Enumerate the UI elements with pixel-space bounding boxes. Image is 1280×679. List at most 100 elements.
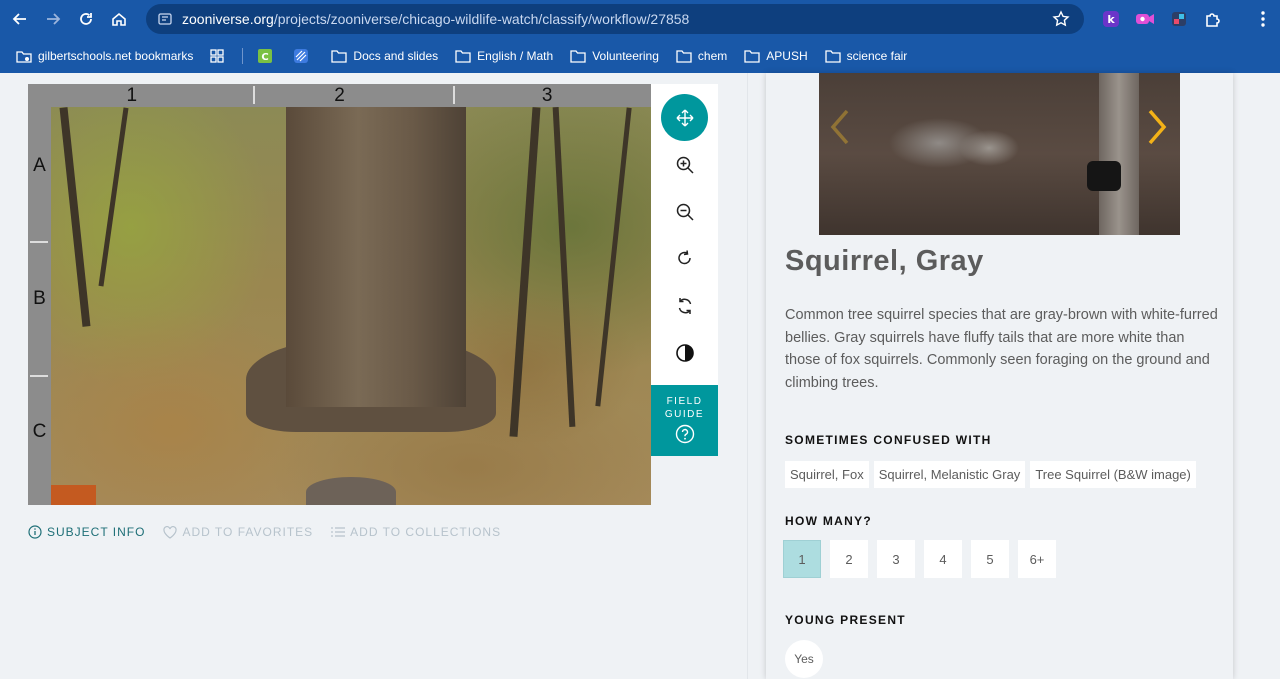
colorful-extension-icon[interactable]: [1162, 3, 1196, 35]
k-extension-icon[interactable]: k: [1094, 3, 1128, 35]
grid-row-a: A: [33, 155, 46, 176]
managed-bookmarks-icon: [16, 50, 32, 63]
bookmark-science-fair[interactable]: science fair: [824, 49, 907, 63]
count-option-2[interactable]: 2: [830, 540, 868, 578]
subject-viewer[interactable]: 1 2 3 A B C: [28, 84, 651, 505]
bookmark-chem[interactable]: chem: [676, 49, 727, 63]
species-example-image: [819, 73, 1180, 235]
rotate-icon: [677, 249, 691, 264]
confused-species-chip[interactable]: Squirrel, Fox: [785, 461, 869, 488]
add-to-favorites-button[interactable]: ADD TO FAVORITES: [163, 525, 313, 539]
video-extension-icon[interactable]: [1128, 3, 1162, 35]
reload-button[interactable]: [70, 3, 102, 35]
image-post: [1099, 73, 1139, 235]
reload-icon: [80, 13, 92, 25]
species-name: Squirrel, Gray: [785, 245, 984, 277]
camera-trap-photo[interactable]: [51, 107, 651, 505]
home-button[interactable]: [103, 3, 135, 35]
photo-branch: [98, 107, 129, 287]
move-tool-button[interactable]: [661, 94, 708, 141]
young-present-yes-button[interactable]: Yes: [785, 640, 823, 678]
grid-column-labels: 1 2 3: [28, 84, 651, 107]
bookmark-managed[interactable]: gilbertschools.net bookmarks: [16, 48, 193, 64]
photo-branch: [595, 107, 632, 407]
zoom-out-button[interactable]: [661, 188, 708, 235]
species-description: Common tree squirrel species that are gr…: [785, 307, 1218, 391]
forward-button[interactable]: [37, 3, 69, 35]
how-many-options: 1 2 3 4 5 6+: [783, 540, 1056, 578]
browser-toolbar: zooniverse.org/projects/zooniverse/chica…: [0, 0, 1280, 38]
folder-icon: [824, 49, 841, 63]
striped-app-icon: [294, 48, 309, 63]
count-option-1[interactable]: 1: [783, 540, 821, 578]
apps-grid-button[interactable]: [210, 48, 230, 63]
how-many-heading: HOW MANY?: [785, 514, 873, 528]
image-camera: [1087, 161, 1121, 191]
camera-badge: [51, 485, 96, 505]
count-option-5[interactable]: 5: [971, 540, 1009, 578]
site-info-icon[interactable]: [152, 8, 178, 30]
bookmark-apush[interactable]: APUSH: [744, 49, 808, 63]
folder-icon: [744, 49, 760, 63]
back-arrow-icon: [12, 13, 26, 25]
reset-icon: [678, 297, 691, 314]
info-icon: [28, 525, 42, 539]
help-circle-icon: [675, 424, 694, 444]
photo-branch: [552, 107, 576, 427]
rotate-button[interactable]: [661, 235, 708, 282]
bookmark-docs[interactable]: Docs and slides: [331, 49, 438, 63]
photo-tree-trunk: [286, 107, 466, 407]
bookmark-star-icon[interactable]: [1052, 10, 1070, 28]
forward-arrow-icon: [47, 13, 61, 25]
bookmark-striped[interactable]: [293, 48, 315, 64]
column-divider: [747, 73, 748, 679]
c-app-icon: C: [258, 48, 273, 63]
invert-button[interactable]: [661, 329, 708, 376]
previous-image-icon[interactable]: [829, 107, 851, 147]
zoom-in-icon: [676, 156, 694, 174]
bookmarks-bar: gilbertschools.net bookmarks C Docs and …: [0, 38, 1280, 73]
move-icon: [676, 109, 693, 126]
back-button[interactable]: [4, 3, 36, 35]
grid-col-3: 3: [541, 85, 553, 106]
svg-text:k: k: [1107, 13, 1115, 26]
add-to-collections-button[interactable]: ADD TO COLLECTIONS: [331, 525, 501, 539]
home-icon: [112, 12, 126, 26]
grid-col-1: 1: [126, 85, 138, 106]
svg-text:C: C: [262, 52, 269, 63]
grid-row-b: B: [33, 288, 46, 309]
puzzle-icon[interactable]: [1196, 3, 1230, 35]
zoom-in-button[interactable]: [661, 141, 708, 188]
subject-actions: SUBJECT INFO ADD TO FAVORITES ADD TO COL…: [28, 525, 519, 539]
bookmark-volunteering[interactable]: Volunteering: [570, 49, 659, 63]
confused-species-chip[interactable]: Squirrel, Melanistic Gray: [873, 461, 1026, 488]
page-scroll-area[interactable]: [1252, 73, 1280, 679]
reset-button[interactable]: [661, 282, 708, 329]
more-menu-icon[interactable]: [1246, 3, 1280, 35]
invert-icon: [675, 343, 694, 362]
folder-icon: [676, 49, 692, 63]
grid-col-2: 2: [334, 85, 345, 106]
subject-info-button[interactable]: SUBJECT INFO: [28, 525, 145, 539]
confused-with-heading: SOMETIMES CONFUSED WITH: [785, 433, 992, 447]
grid-divider: [30, 375, 48, 377]
bookmark-english-math[interactable]: English / Math: [455, 49, 553, 63]
field-guide-button[interactable]: FIELD GUIDE: [651, 385, 718, 456]
extensions-area: k: [1094, 0, 1280, 38]
grid-row-c: C: [32, 421, 47, 442]
photo-branch: [59, 107, 91, 327]
bookmark-c[interactable]: C: [257, 48, 279, 64]
count-option-6plus[interactable]: 6+: [1018, 540, 1056, 578]
next-image-icon[interactable]: [1146, 107, 1168, 147]
grid-row-labels: A B C: [28, 107, 51, 505]
url-text: zooniverse.org/projects/zooniverse/chica…: [182, 11, 690, 27]
count-option-4[interactable]: 4: [924, 540, 962, 578]
page-content: 1 2 3 A B C FIELD GUIDE SUBJECT INFO ADD…: [0, 73, 1280, 679]
count-option-3[interactable]: 3: [877, 540, 915, 578]
confused-species-chip[interactable]: Tree Squirrel (B&W image): [1030, 461, 1196, 488]
photo-animal: [306, 477, 396, 505]
young-present-heading: YOUNG PRESENT: [785, 613, 906, 627]
address-bar[interactable]: zooniverse.org/projects/zooniverse/chica…: [146, 4, 1084, 34]
species-detail-panel: Squirrel, Gray Common tree squirrel spec…: [766, 73, 1233, 679]
confused-with-list: Squirrel, Fox Squirrel, Melanistic Gray …: [785, 461, 1196, 488]
